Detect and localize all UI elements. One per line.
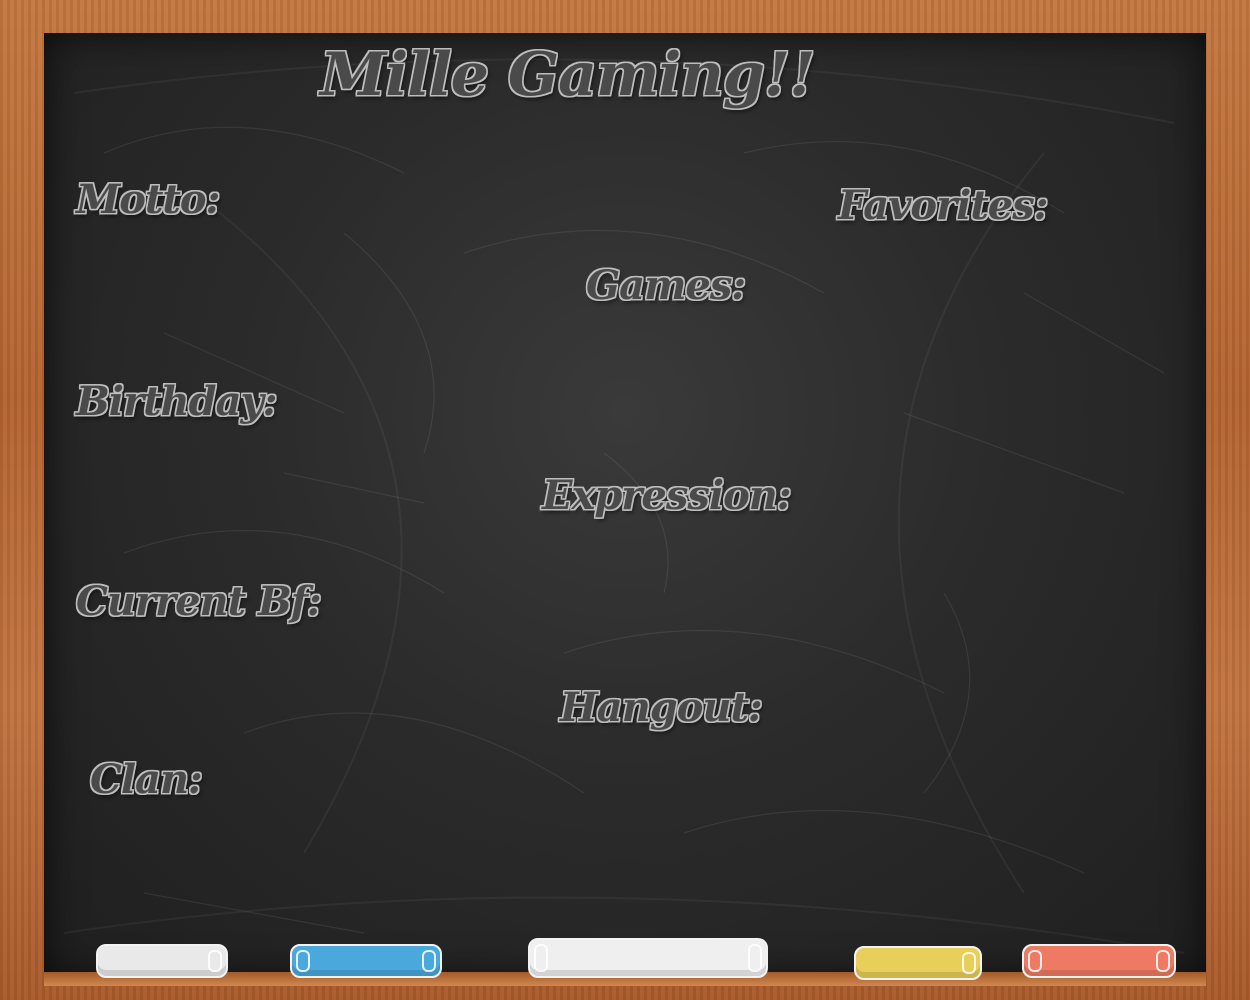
yellow-chalk <box>854 946 982 980</box>
white-chalk <box>96 944 228 978</box>
birthday-label: Birthday: <box>76 378 278 425</box>
blue-chalk <box>290 944 442 978</box>
motto-label: Motto: <box>76 176 220 223</box>
red-chalk <box>1022 944 1176 978</box>
page-title: Mille Gaming!! <box>320 40 816 110</box>
clan-label: Clan: <box>90 756 203 803</box>
large-white-chalk <box>528 938 768 978</box>
games-label: Games: <box>586 262 746 309</box>
current-bf-label: Current Bf: <box>76 578 322 625</box>
favorites-label: Favorites: <box>838 182 1049 229</box>
hangout-label: Hangout: <box>560 684 763 731</box>
expression-label: Expression: <box>542 472 792 519</box>
